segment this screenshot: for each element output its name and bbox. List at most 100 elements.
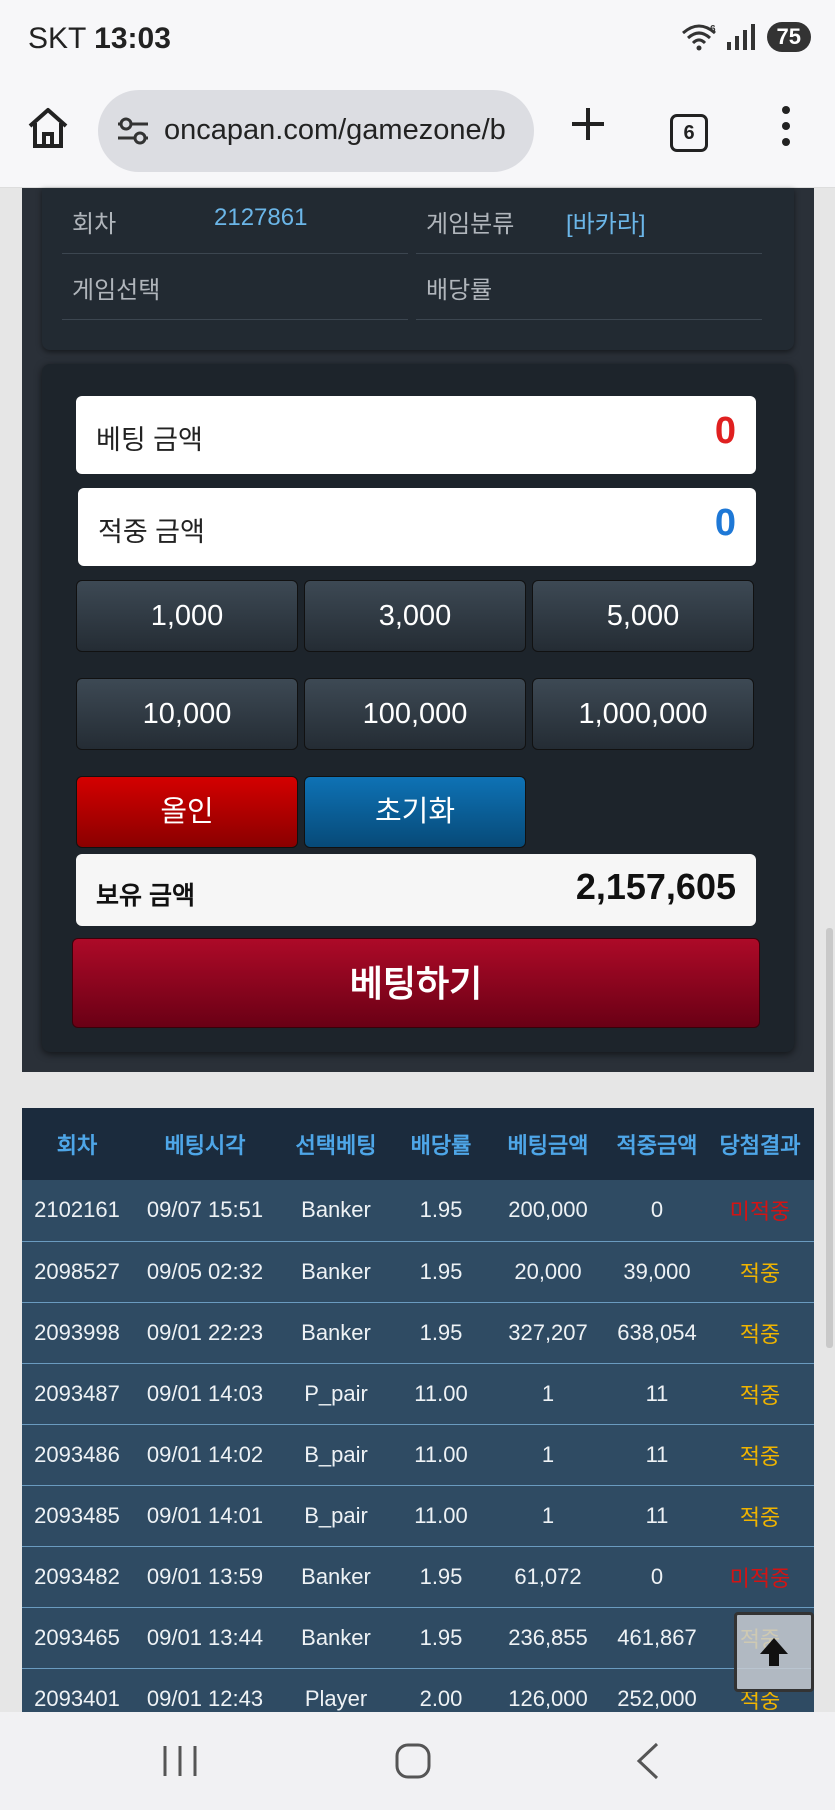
page-scrollbar[interactable] <box>826 928 833 1348</box>
home-icon[interactable] <box>26 106 70 150</box>
cell-selection: Banker <box>278 1180 394 1242</box>
cell-odds: 1.95 <box>394 1546 488 1608</box>
cell-bet-time: 09/01 14:03 <box>132 1363 278 1425</box>
cell-bet-time: 09/01 22:23 <box>132 1302 278 1364</box>
cell-round: 2093482 <box>22 1546 132 1608</box>
cell-win-amount: 11 <box>608 1424 706 1486</box>
all-in-button[interactable]: 올인 <box>76 776 298 848</box>
carrier-label: SKT <box>28 22 86 55</box>
chip-button-100000[interactable]: 100,000 <box>304 678 526 750</box>
cell-bet-time: 09/01 14:02 <box>132 1424 278 1486</box>
bet-panel: 베팅 금액 0 적중 금액 0 1,000 3,000 5,000 10,000… <box>42 364 794 1052</box>
table-row: 2102161 09/07 15:51 Banker 1.95 200,000 … <box>22 1180 814 1242</box>
chip-button-3000[interactable]: 3,000 <box>304 580 526 652</box>
table-row: 2093482 09/01 13:59 Banker 1.95 61,072 0… <box>22 1546 814 1608</box>
chip-button-10000[interactable]: 10,000 <box>76 678 298 750</box>
game-area: 회차 2127861 게임분류 [바카라] 게임선택 배당률 베팅 금액 0 적… <box>22 188 814 1072</box>
cell-bet-time: 09/05 02:32 <box>132 1241 278 1303</box>
cell-win-amount: 638,054 <box>608 1302 706 1364</box>
cell-odds: 1.95 <box>394 1607 488 1669</box>
cell-bet-amount: 1 <box>488 1363 608 1425</box>
cell-odds: 1.95 <box>394 1180 488 1242</box>
table-row: 2093998 09/01 22:23 Banker 1.95 327,207 … <box>22 1302 814 1364</box>
cell-bet-amount: 61,072 <box>488 1546 608 1608</box>
balance-label: 보유 금액 <box>96 882 195 910</box>
header-odds: 배당률 <box>394 1108 488 1180</box>
cell-win-amount: 461,867 <box>608 1607 706 1669</box>
cell-selection: P_pair <box>278 1363 394 1425</box>
category-value: [바카라] <box>566 211 646 238</box>
system-navigation-bar <box>0 1712 835 1810</box>
game-select-cell: 게임선택 <box>62 254 408 320</box>
cell-bet-amount: 236,855 <box>488 1607 608 1669</box>
bet-amount-value: 0 <box>714 410 736 452</box>
cell-round: 2093487 <box>22 1363 132 1425</box>
cell-round: 2093998 <box>22 1302 132 1364</box>
cell-bet-amount: 1 <box>488 1485 608 1547</box>
round-value: 2127861 <box>214 204 308 231</box>
header-round: 회차 <box>22 1108 132 1180</box>
cell-win-amount: 11 <box>608 1485 706 1547</box>
cell-win-amount: 39,000 <box>608 1241 706 1303</box>
status-bar: SKT 13:03 6 75 <box>0 0 835 80</box>
cell-result: 적중 <box>706 1363 814 1425</box>
table-row: 2098527 09/05 02:32 Banker 1.95 20,000 3… <box>22 1241 814 1303</box>
chip-button-1000000[interactable]: 1,000,000 <box>532 678 754 750</box>
header-bet-time: 베팅시각 <box>132 1108 278 1180</box>
category-label: 게임분류 <box>426 211 515 238</box>
place-bet-button[interactable]: 베팅하기 <box>72 938 760 1028</box>
new-tab-icon[interactable] <box>566 102 610 146</box>
cell-result: 미적중 <box>706 1546 814 1608</box>
cell-bet-amount: 1 <box>488 1424 608 1486</box>
cell-bet-time: 09/01 13:44 <box>132 1607 278 1669</box>
category-cell: 게임분류 [바카라] <box>416 188 762 254</box>
odds-cell: 배당률 <box>416 254 762 320</box>
signal-icon <box>726 24 755 50</box>
table-header-row: 회차 베팅시각 선택베팅 배당률 베팅금액 적중금액 당첨결과 <box>22 1108 814 1180</box>
cell-round: 2093465 <box>22 1607 132 1669</box>
header-result: 당첨결과 <box>706 1108 814 1180</box>
cell-bet-time: 09/01 13:59 <box>132 1546 278 1608</box>
header-bet-amount: 베팅금액 <box>488 1108 608 1180</box>
cell-selection: Banker <box>278 1241 394 1303</box>
home-nav-icon[interactable] <box>388 1738 438 1784</box>
tab-switcher-button[interactable]: 6 <box>670 114 708 152</box>
cell-win-amount: 0 <box>608 1180 706 1242</box>
back-icon[interactable] <box>623 1738 673 1784</box>
win-amount-value: 0 <box>714 502 736 544</box>
site-settings-icon[interactable] <box>116 114 150 148</box>
cell-round: 2098527 <box>22 1241 132 1303</box>
url-text: oncapan.com/gamezone/b <box>164 114 506 146</box>
game-select-label: 게임선택 <box>72 277 161 304</box>
cell-round: 2093485 <box>22 1485 132 1547</box>
chip-button-5000[interactable]: 5,000 <box>532 580 754 652</box>
table-row: 2093485 09/01 14:01 B_pair 11.00 1 11 적중 <box>22 1485 814 1547</box>
cell-result: 적중 <box>706 1485 814 1547</box>
cell-bet-amount: 327,207 <box>488 1302 608 1364</box>
table-row: 2093487 09/01 14:03 P_pair 11.00 1 11 적중 <box>22 1363 814 1425</box>
cell-odds: 11.00 <box>394 1363 488 1425</box>
cell-win-amount: 11 <box>608 1363 706 1425</box>
cell-bet-amount: 200,000 <box>488 1180 608 1242</box>
status-icons: 6 75 <box>681 22 811 52</box>
recent-apps-icon[interactable] <box>155 1738 205 1784</box>
cell-bet-time: 09/01 14:01 <box>132 1485 278 1547</box>
more-menu-icon[interactable] <box>776 104 796 148</box>
balance-value: 2,157,605 <box>575 866 736 907</box>
chip-button-1000[interactable]: 1,000 <box>76 580 298 652</box>
cell-selection: Banker <box>278 1546 394 1608</box>
table-row: 2093465 09/01 13:44 Banker 1.95 236,855 … <box>22 1607 814 1669</box>
reset-button[interactable]: 초기화 <box>304 776 526 848</box>
cell-round: 2093486 <box>22 1424 132 1486</box>
arrow-up-icon <box>760 1638 788 1666</box>
scroll-to-top-button[interactable] <box>734 1612 814 1692</box>
round-label: 회차 <box>72 211 117 238</box>
odds-label: 배당률 <box>426 277 493 304</box>
bet-history-table: 회차 베팅시각 선택베팅 배당률 베팅금액 적중금액 당첨결과 2102161 … <box>22 1108 814 1730</box>
balance-field: 보유 금액 2,157,605 <box>76 854 756 926</box>
info-row-1: 회차 2127861 게임분류 [바카라] <box>62 188 766 254</box>
clock-time: 13:03 <box>94 22 171 55</box>
address-bar[interactable]: oncapan.com/gamezone/b <box>98 90 534 172</box>
round-cell: 회차 2127861 <box>62 188 408 254</box>
table-row: 2093486 09/01 14:02 B_pair 11.00 1 11 적중 <box>22 1424 814 1486</box>
